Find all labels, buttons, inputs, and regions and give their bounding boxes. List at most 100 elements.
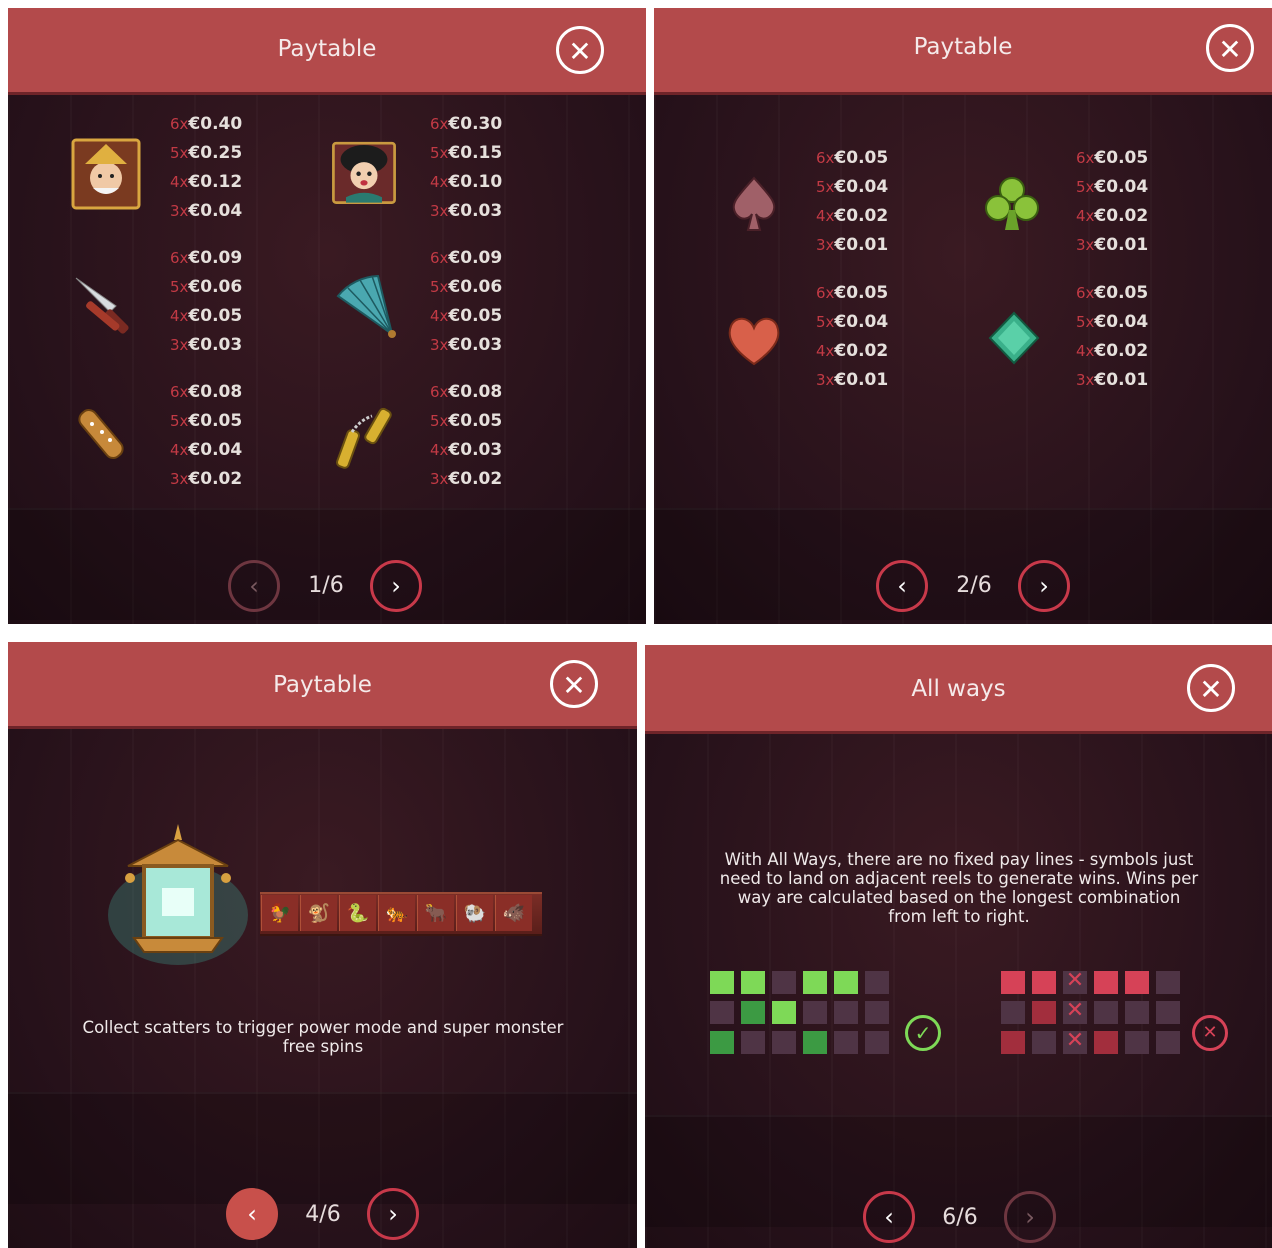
- grid-cell: [1094, 1031, 1118, 1054]
- next-page-button[interactable]: ›: [1004, 1191, 1056, 1243]
- panel-title: Paytable: [277, 36, 377, 62]
- cross-mark-icon: ✕: [1065, 968, 1085, 993]
- feature-description: Collect scatters to trigger power mode a…: [82, 1018, 564, 1056]
- panel-header: Paytable ✕: [8, 642, 637, 729]
- reel-strip-decoration: [8, 1092, 637, 1204]
- prev-page-button[interactable]: ‹: [863, 1191, 915, 1243]
- zodiac-trail: 🐓 🐒 🐍 🐅 🐂 🐏 🐗: [260, 892, 542, 936]
- page-indicator: 1/6: [308, 573, 344, 598]
- next-page-button[interactable]: ›: [367, 1188, 419, 1240]
- grid-cell: [1094, 1001, 1118, 1024]
- grid-cell: [834, 1001, 858, 1024]
- pay-values-club-bat: 6x€0.08 5x€0.05 4x€0.04 3x€0.02: [170, 382, 243, 489]
- zodiac-boar-icon: 🐗: [495, 895, 532, 931]
- cross-circle-icon: ✕: [1192, 1015, 1228, 1051]
- check-icon: ✓: [905, 1015, 941, 1051]
- grid-cell: [772, 1031, 796, 1054]
- grid-cell: [1156, 971, 1180, 994]
- spade-icon: [718, 168, 790, 240]
- paytable-panel-1: Paytable ✕ 6x€0.40 5x€0.25 4x€0.12 3x€0.…: [8, 8, 646, 624]
- close-button[interactable]: ✕: [550, 660, 598, 708]
- grid-cell: [865, 1001, 889, 1024]
- grid-cell: [1001, 1031, 1025, 1054]
- grid-cell: [741, 1031, 765, 1054]
- knife-icon: [70, 270, 142, 342]
- lantern-icon: [108, 820, 268, 980]
- pay-values-diamond: 6x€0.05 5x€0.04 4x€0.02 3x€0.01: [1076, 283, 1149, 390]
- page-indicator: 6/6: [942, 1205, 978, 1230]
- reel-strip-decoration: [654, 508, 1272, 620]
- grid-cell: [803, 971, 827, 994]
- close-button[interactable]: ✕: [1206, 24, 1254, 72]
- emperor-portrait-icon: [70, 138, 142, 210]
- grid-cell: [834, 1031, 858, 1054]
- all-ways-panel: All ways ✕ With All Ways, there are no f…: [645, 645, 1272, 1248]
- club-icon: [976, 168, 1048, 240]
- grid-cell: [1125, 1031, 1149, 1054]
- paytable-panel-4: Paytable ✕ 🐓 🐒 🐍 🐅 🐂 🐏 🐗 Collect scatter…: [8, 642, 637, 1248]
- pay-values-geisha: 6x€0.30 5x€0.15 4x€0.10 3x€0.03: [430, 114, 503, 221]
- cross-mark-icon: ✕: [1065, 998, 1085, 1023]
- panel-title: Paytable: [913, 34, 1013, 60]
- pay-values-heart: 6x€0.05 5x€0.04 4x€0.02 3x€0.01: [816, 283, 889, 390]
- grid-cell: [1125, 1001, 1149, 1024]
- grid-cell: [772, 1001, 796, 1024]
- grid-cell: [1032, 1031, 1056, 1054]
- pay-values-emperor: 6x€0.40 5x€0.25 4x€0.12 3x€0.04: [170, 114, 243, 221]
- grid-cell: [803, 1001, 827, 1024]
- panel-title: Paytable: [273, 672, 372, 698]
- panel-header: Paytable ✕: [8, 8, 646, 95]
- page-indicator: 2/6: [956, 573, 992, 598]
- grid-cell: ✕: [1063, 968, 1087, 994]
- next-page-button[interactable]: ›: [1018, 560, 1070, 612]
- pay-values-knife: 6x€0.09 5x€0.06 4x€0.05 3x€0.03: [170, 248, 243, 355]
- grid-cell: [741, 971, 765, 994]
- cross-mark-icon: ✕: [1065, 1028, 1085, 1053]
- diamond-icon: [978, 302, 1050, 374]
- next-page-button[interactable]: ›: [370, 560, 422, 612]
- prev-page-button[interactable]: ‹: [876, 560, 928, 612]
- fan-icon: [330, 270, 402, 342]
- grid-cell: [741, 1001, 765, 1024]
- heart-icon: [718, 304, 790, 376]
- panel-header: Paytable ✕: [654, 8, 1272, 95]
- page-indicator: 4/6: [305, 1202, 341, 1227]
- grid-cell: [803, 1031, 827, 1054]
- zodiac-goat-icon: 🐏: [456, 895, 493, 931]
- grid-cell: [1094, 971, 1118, 994]
- grid-cell: ✕: [1063, 998, 1087, 1024]
- pay-values-spade: 6x€0.05 5x€0.04 4x€0.02 3x€0.01: [816, 148, 889, 255]
- grid-cell: [865, 1031, 889, 1054]
- grid-cell: [710, 1001, 734, 1024]
- pay-values-fan: 6x€0.09 5x€0.06 4x€0.05 3x€0.03: [430, 248, 503, 355]
- prev-page-button[interactable]: ‹: [228, 560, 280, 612]
- grid-cell: [1032, 1001, 1056, 1024]
- grid-cell: [1001, 1001, 1025, 1024]
- grid-cell: ✕: [1063, 1028, 1087, 1054]
- zodiac-monkey-icon: 🐒: [300, 895, 337, 931]
- pay-values-nunchaku: 6x€0.08 5x€0.05 4x€0.03 3x€0.02: [430, 382, 503, 489]
- grid-cell: [1156, 1001, 1180, 1024]
- all-ways-description: With All Ways, there are no fixed pay li…: [719, 850, 1199, 926]
- panel-header: All ways ✕: [645, 645, 1272, 734]
- grid-cell: [1156, 1031, 1180, 1054]
- pay-values-club: 6x€0.05 5x€0.04 4x€0.02 3x€0.01: [1076, 148, 1149, 255]
- winning-ways-grid: [710, 971, 889, 1054]
- zodiac-rooster-icon: 🐓: [261, 895, 298, 931]
- paytable-panel-2: Paytable ✕ 6x€0.05 5x€0.04 4x€0.02 3x€0.…: [654, 8, 1272, 624]
- grid-cell: [865, 971, 889, 994]
- grid-cell: [1001, 971, 1025, 994]
- club-bat-icon: [70, 402, 142, 474]
- geisha-portrait-icon: [328, 136, 400, 208]
- zodiac-tiger-icon: 🐅: [378, 895, 415, 931]
- zodiac-snake-icon: 🐍: [339, 895, 376, 931]
- losing-ways-grid: ✕ ✕ ✕: [1001, 968, 1180, 1054]
- close-button[interactable]: ✕: [556, 26, 604, 74]
- grid-cell: [772, 971, 796, 994]
- grid-cell: [834, 971, 858, 994]
- prev-page-button[interactable]: ‹: [226, 1188, 278, 1240]
- panel-title: All ways: [911, 676, 1006, 702]
- reel-strip-decoration: [8, 508, 646, 620]
- close-button[interactable]: ✕: [1187, 664, 1235, 712]
- grid-cell: [1125, 971, 1149, 994]
